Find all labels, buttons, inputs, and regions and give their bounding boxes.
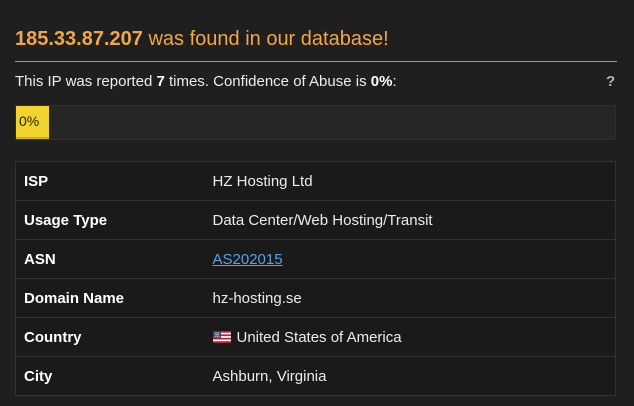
help-icon[interactable]: ? [606, 73, 615, 90]
table-row: Country United States of America [15, 317, 616, 357]
heading-divider [15, 61, 617, 62]
report-prefix: This IP was reported [15, 73, 157, 90]
table-row: Usage Type Data Center/Web Hosting/Trans… [15, 200, 616, 240]
row-value: Ashburn, Virginia [212, 356, 616, 396]
ip-address: 185.33.87.207 [15, 28, 143, 50]
table-row: City Ashburn, Virginia [15, 356, 616, 396]
row-key: ISP [15, 161, 213, 201]
found-text: was found in our database! [142, 28, 389, 50]
row-key: Domain Name [15, 278, 213, 318]
table-row: ASN AS202015 [15, 239, 616, 279]
us-flag-icon [212, 330, 231, 343]
report-middle: times. Confidence of Abuse is [164, 73, 371, 90]
asn-link[interactable]: AS202015 [213, 251, 283, 268]
result-heading: 185.33.87.207 was found in our database! [15, 28, 389, 51]
row-value: United States of America [212, 317, 616, 357]
row-key: Country [15, 317, 213, 357]
confidence-value: 0% [370, 73, 393, 90]
confidence-progress-fill: 0% [16, 106, 49, 139]
row-key: Usage Type [15, 200, 213, 240]
country-name: United States of America [236, 328, 402, 346]
row-key: City [15, 356, 213, 396]
row-value: hz-hosting.se [212, 278, 616, 318]
report-summary: This IP was reported 7 times. Confidence… [15, 73, 397, 90]
confidence-progress-bar: 0% [15, 105, 616, 140]
row-key: ASN [15, 239, 213, 279]
table-row: ISP HZ Hosting Ltd [15, 161, 616, 201]
report-count: 7 [156, 73, 165, 90]
report-suffix: : [392, 73, 397, 90]
ip-details-table: ISP HZ Hosting Ltd Usage Type Data Cente… [15, 161, 616, 396]
table-row: Domain Name hz-hosting.se [15, 278, 616, 318]
ip-report-page: 185.33.87.207 was found in our database!… [0, 0, 634, 406]
row-value: Data Center/Web Hosting/Transit [212, 200, 616, 240]
row-value: HZ Hosting Ltd [212, 161, 616, 201]
row-value: AS202015 [212, 239, 616, 279]
